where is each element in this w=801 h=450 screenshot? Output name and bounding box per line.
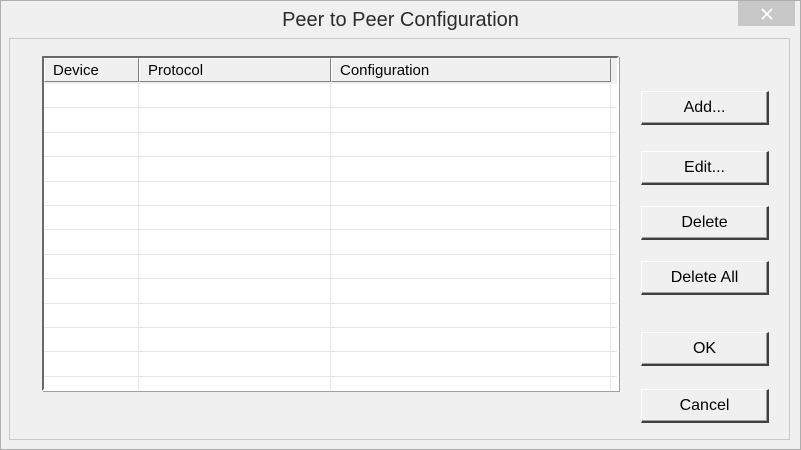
table-cell (139, 157, 331, 181)
table-row (44, 132, 617, 158)
table-cell (331, 230, 611, 254)
table-cell (44, 132, 139, 157)
add-button[interactable]: Add... (641, 91, 769, 125)
edit-button[interactable]: Edit... (641, 151, 769, 185)
table-cell (44, 254, 139, 279)
table-row (44, 108, 617, 133)
table-cell (44, 157, 139, 181)
table-cell (331, 157, 611, 181)
table-row (44, 352, 617, 377)
table-cell (139, 205, 331, 230)
table-cell (331, 352, 611, 376)
list-body[interactable] (44, 84, 617, 389)
table-cell (139, 303, 331, 327)
table-cell (139, 230, 331, 254)
table-cell (331, 303, 611, 327)
close-icon (760, 7, 773, 20)
table-row (44, 84, 617, 109)
table-cell (139, 279, 331, 303)
table-cell (44, 230, 139, 254)
peer-list[interactable]: Device Protocol Configuration (42, 56, 619, 391)
table-cell (44, 108, 139, 132)
table-row (44, 327, 617, 353)
table-row (44, 205, 617, 231)
table-cell (139, 376, 331, 389)
table-row (44, 181, 617, 206)
table-cell (139, 132, 331, 157)
column-header-configuration[interactable]: Configuration (331, 58, 611, 82)
table-row (44, 254, 617, 280)
table-cell (44, 205, 139, 230)
table-cell (139, 84, 331, 108)
table-cell (331, 376, 611, 389)
table-cell (139, 254, 331, 279)
table-cell (139, 352, 331, 376)
table-cell (139, 181, 331, 205)
delete-all-button[interactable]: Delete All (641, 261, 769, 295)
table-cell (139, 327, 331, 352)
table-cell (331, 279, 611, 303)
table-cell (44, 327, 139, 352)
column-header-device[interactable]: Device (44, 58, 139, 82)
ok-button[interactable]: OK (641, 332, 769, 366)
table-cell (331, 205, 611, 230)
table-row (44, 303, 617, 328)
table-cell (139, 108, 331, 132)
table-cell (44, 279, 139, 303)
title-bar: Peer to Peer Configuration (1, 1, 800, 39)
table-cell (44, 303, 139, 327)
table-row (44, 157, 617, 182)
cancel-button[interactable]: Cancel (641, 389, 769, 423)
table-cell (331, 132, 611, 157)
table-row (44, 230, 617, 255)
list-header: Device Protocol Configuration (44, 58, 617, 84)
table-cell (44, 181, 139, 205)
table-cell (331, 254, 611, 279)
table-row (44, 376, 617, 389)
table-cell (44, 376, 139, 389)
delete-button[interactable]: Delete (641, 206, 769, 240)
table-cell (331, 84, 611, 108)
close-button[interactable] (738, 1, 795, 26)
table-cell (44, 352, 139, 376)
table-row (44, 279, 617, 304)
table-cell (331, 327, 611, 352)
column-header-protocol[interactable]: Protocol (139, 58, 331, 82)
table-cell (44, 84, 139, 108)
table-cell (331, 181, 611, 205)
dialog-title: Peer to Peer Configuration (282, 9, 519, 31)
table-cell (331, 108, 611, 132)
